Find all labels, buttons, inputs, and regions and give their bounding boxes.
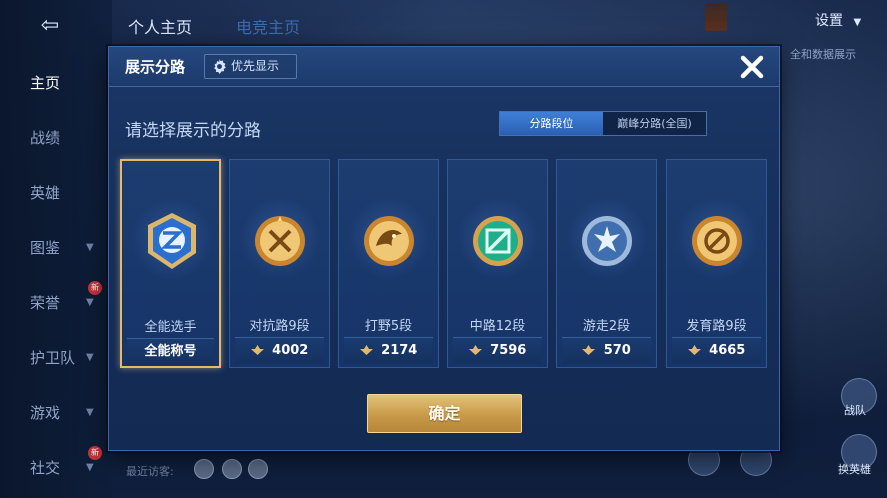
tab-peak-lane[interactable]: 巅峰分路(全国) [603,112,706,135]
lane-name: 中路12段 [469,319,526,334]
recent-visitors-label: 最近访客: [126,465,174,478]
nav-item-game[interactable]: 游戏 ▼ [0,398,112,428]
lane-card-farm[interactable]: 发育路9段 4665 [666,159,767,368]
tab-esports[interactable]: 电竞主页 [236,14,300,38]
avatar[interactable] [222,459,242,479]
lane-card-roam[interactable]: 游走2段 570 [556,159,657,368]
lane-stat: 4002 [235,337,324,364]
nav-item-label: 游戏 [30,404,61,422]
lane-stat-value: 4665 [709,343,746,358]
settings-label: 设置 [815,13,843,29]
tab-lane-rank[interactable]: 分路段位 [500,112,603,135]
close-icon[interactable] [736,51,768,83]
lane-name: 游走2段 [582,319,631,334]
rank-points-icon [359,345,373,355]
dialog-subtitle: 请选择展示的分路 [125,121,261,141]
farm-lane-emblem-icon [692,216,742,266]
all-round-emblem-icon [148,213,196,269]
clash-lane-emblem-icon [255,216,305,266]
lane-name: 打野5段 [364,319,413,334]
lane-stat: 7596 [453,337,542,364]
nav-item-label: 荣誉 [30,294,61,312]
rank-points-icon [687,345,701,355]
nav-item-gallery[interactable]: 图鉴 ▼ [0,233,112,263]
priority-display-label: 优先显示 [231,59,280,73]
lane-card-list: 全能选手 全能称号 对抗路9段 4002 打野5段 2174 中路12段 759… [120,159,770,369]
new-badge: 新 [88,281,102,295]
lane-type-tabs: 分路段位 巅峰分路(全国) [499,111,707,136]
nav-item-label: 战绩 [30,129,61,147]
avatar[interactable] [194,459,214,479]
lane-card-mid[interactable]: 中路12段 7596 [447,159,548,368]
chevron-down-icon: ▼ [86,407,94,418]
avatar[interactable] [248,459,268,479]
confirm-button[interactable]: 确定 [367,394,522,433]
nav-item-guard[interactable]: 护卫队 ▼ [0,343,112,373]
rank-points-icon [582,345,596,355]
lane-stat-value: 7596 [490,343,527,358]
priority-display-button[interactable]: 优先显示 [204,54,297,79]
nav-item-label: 护卫队 [30,349,76,367]
switch-hero-label: 换英雄 [838,463,871,476]
lane-card-jungle[interactable]: 打野5段 2174 [338,159,439,368]
new-badge: 新 [88,446,102,460]
chevron-down-icon: ▼ [86,242,94,253]
lane-name: 发育路9段 [686,319,747,334]
lane-display-dialog: 展示分路 优先显示 请选择展示的分路 分路段位 巅峰分路(全国) 全能选手 全能… [108,46,780,451]
lane-stat: 2174 [344,337,433,364]
nav-item-home[interactable]: 主页 [0,68,112,98]
gear-icon [214,59,226,74]
tab-profile[interactable]: 个人主页 [128,14,192,38]
dialog-header: 展示分路 优先显示 [109,47,779,87]
roam-emblem-icon [582,216,632,266]
lane-name: 对抗路9段 [249,319,310,334]
lane-stat-value: 570 [603,343,631,358]
rank-points-icon [468,345,482,355]
rank-points-icon [250,345,264,355]
lane-stat-value: 4002 [272,343,309,358]
lane-card-all-round[interactable]: 全能选手 全能称号 [120,159,221,368]
lane-stat: 全能称号 [127,338,214,365]
nav-item-label: 主页 [30,74,61,92]
lane-stat: 4665 [672,337,761,364]
nav-item-heroes[interactable]: 英雄 [0,178,112,208]
jungle-emblem-icon [364,216,414,266]
dialog-title: 展示分路 [125,58,186,76]
mid-lane-emblem-icon [473,216,523,266]
lane-stat-value: 全能称号 [144,344,197,359]
lane-stat-value: 2174 [381,343,418,358]
avatar[interactable] [705,3,727,31]
chevron-down-icon: ▼ [86,352,94,363]
nav-item-label: 图鉴 [30,239,61,257]
nav-item-label: 英雄 [30,184,61,202]
lane-stat: 570 [562,337,651,364]
left-nav: ⇦ 主页 战绩 英雄 图鉴 ▼ 荣誉 ▼ 新 护卫队 ▼ 游戏 ▼ 社交 ▼ 新 [0,0,112,498]
team-label: 战队 [844,404,866,417]
lane-name: 全能选手 [144,320,197,335]
chevron-down-icon: ▼ [853,17,862,28]
right-hint: 全和数据展示 [790,48,856,61]
lane-card-clash[interactable]: 对抗路9段 4002 [229,159,330,368]
back-arrow-icon[interactable]: ⇦ [26,14,74,38]
settings-button[interactable]: 设置 ▼ [815,10,861,30]
nav-item-label: 社交 [30,459,61,477]
nav-item-record[interactable]: 战绩 [0,123,112,153]
